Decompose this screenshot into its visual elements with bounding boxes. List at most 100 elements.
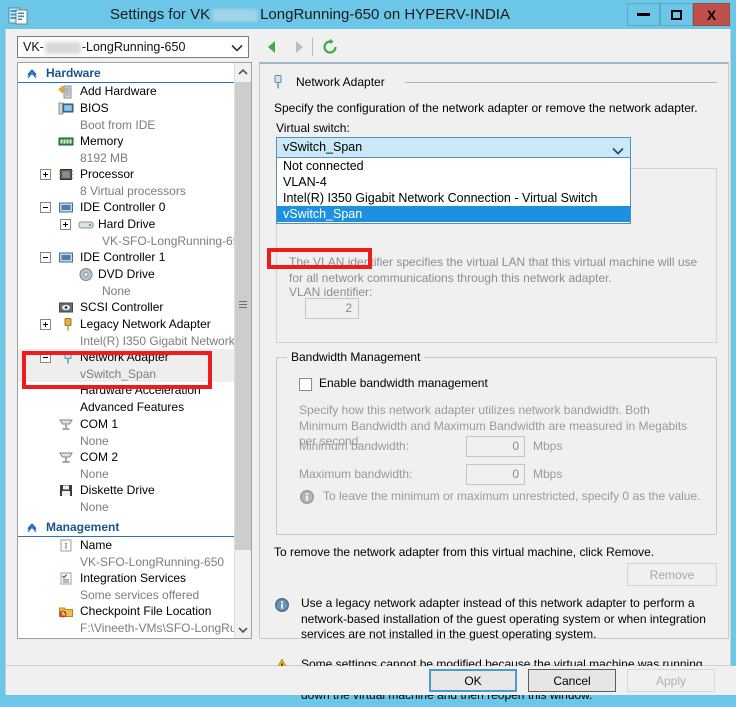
notice-text: Use a legacy network adapter instead of … (301, 596, 706, 641)
window-title: Settings for VK LongRunning-650 on HYPERV… (0, 4, 620, 26)
tree-item-com-1[interactable]: COM 1 (18, 416, 236, 433)
panel-description: Specify the configuration of the network… (274, 101, 698, 115)
dropdown-option[interactable]: VLAN-4 (277, 174, 630, 190)
tree-item-subtext: Some services offered (80, 588, 200, 602)
tree-item-label: Name (80, 538, 113, 552)
dvd-disc-icon (78, 267, 94, 282)
add-hardware-icon (58, 84, 74, 99)
refresh-button[interactable] (319, 36, 341, 58)
info-circle-icon (274, 597, 290, 613)
expander-plus-icon[interactable] (40, 169, 51, 180)
tree-item-subtext: Intel(R) I350 Gigabit Network ... (80, 334, 249, 348)
tree-item-scsi-controller[interactable]: SCSI Controller (18, 299, 236, 316)
scrollbar-thumb[interactable] (235, 82, 251, 550)
expander-minus-icon[interactable] (40, 202, 51, 213)
processor-chip-icon (58, 167, 74, 182)
expander-plus-icon[interactable] (60, 219, 71, 230)
svg-text:I: I (65, 542, 68, 551)
apply-button[interactable]: Apply (627, 669, 715, 692)
tree-item-add-hardware[interactable]: Add Hardware (18, 83, 236, 100)
expander-minus-icon[interactable] (40, 252, 51, 263)
com-port-icon (58, 450, 74, 465)
title-bar: Settings for VK LongRunning-650 on HYPERV… (0, 0, 736, 29)
tree-item-legacy-network-adapter[interactable]: Legacy Network Adapter (18, 316, 236, 333)
tree-item-subtext: 8 Virtual processors (80, 184, 186, 198)
dropdown-option[interactable]: Not connected (277, 158, 630, 174)
maximum-bandwidth-input[interactable]: 0 (466, 464, 525, 485)
tree-item-subtext: None (80, 434, 109, 448)
tree-item-label: Diskette Drive (80, 483, 155, 497)
tree-item-subtext: VK-SFO-LongRunning-650 (80, 555, 225, 569)
expander-plus-icon[interactable] (40, 319, 51, 330)
cancel-button[interactable]: Cancel (528, 669, 616, 692)
back-button[interactable] (262, 37, 282, 57)
scrollbar-down-button[interactable] (235, 621, 251, 638)
tree-item-label: DVD Drive (98, 267, 155, 281)
window-title-suffix: LongRunning-650 on HYPERV-INDIA (260, 6, 510, 24)
tree-item-subtext: VK-SFO-LongRunning-650.... (102, 234, 252, 248)
window-title-redacted (212, 8, 259, 22)
minimize-button[interactable] (627, 3, 660, 26)
tree-item-subtext-row: Some services offered (18, 587, 236, 603)
vlan-id-label: VLAN identifier: (289, 285, 373, 299)
enable-bandwidth-management-label: Enable bandwidth management (319, 376, 488, 390)
virtual-switch-dropdown-list[interactable]: Not connected VLAN-4 Intel(R) I350 Gigab… (276, 158, 631, 224)
dropdown-option[interactable]: Intel(R) I350 Gigabit Network Connection… (277, 190, 630, 206)
ok-button[interactable]: OK (429, 669, 517, 692)
tree-item-com-2[interactable]: COM 2 (18, 449, 236, 466)
tree-group-hardware[interactable]: Hardware (18, 64, 236, 83)
tree-item-integration-services[interactable]: Integration Services (18, 570, 236, 587)
remove-button[interactable]: Remove (627, 563, 717, 586)
tree-item-label: Integration Services (80, 571, 187, 585)
tree-item-name[interactable]: I Name (18, 537, 236, 554)
tree-group-label: Management (46, 520, 120, 534)
tree-item-hard-drive[interactable]: Hard Drive (18, 216, 236, 233)
tree-item-checkpoint-file-location[interactable]: Checkpoint File Location (18, 603, 236, 620)
tree-item-subtext-row: VK-SFO-LongRunning-650.... (18, 233, 251, 249)
maximize-button[interactable] (660, 3, 693, 26)
minimum-bandwidth-input[interactable]: 0 (466, 436, 525, 457)
tree-item-dvd-drive[interactable]: DVD Drive (18, 266, 236, 283)
network-adapter-highlight-box (22, 351, 212, 389)
settings-tree-pane[interactable]: Hardware Add Hardware BIOS Boot from IDE… (17, 62, 252, 639)
ide-controller-icon (58, 250, 74, 265)
tree-item-subtext-row: VK-SFO-LongRunning-650 (18, 554, 236, 570)
dropdown-option-selected[interactable]: vSwitch_Span (277, 206, 630, 222)
enable-bandwidth-management-checkbox[interactable] (299, 378, 312, 391)
tree-item-diskette-drive[interactable]: Diskette Drive (18, 482, 236, 499)
remove-adapter-text: To remove the network adapter from this … (274, 545, 655, 559)
close-button[interactable]: X (693, 3, 730, 26)
scrollbar-up-button[interactable] (235, 63, 251, 80)
tree-item-label: COM 1 (80, 417, 119, 431)
tree-item-label: Checkpoint File Location (80, 604, 212, 618)
virtual-switch-combobox[interactable]: vSwitch_Span (276, 137, 631, 158)
vlan-id-input[interactable]: 2 (305, 298, 359, 319)
tree-item-bios[interactable]: BIOS (18, 100, 236, 117)
tree-item-subtext: F:\Vineeth-VMs\SFO-LongRunn... (80, 621, 252, 635)
tree-item-memory[interactable]: Memory (18, 133, 236, 150)
tree-item-label: Add Hardware (80, 84, 157, 98)
tree-item-advanced-features[interactable]: Advanced Features (18, 399, 236, 416)
forward-button[interactable] (289, 37, 309, 57)
tree-item-ide-controller-0[interactable]: IDE Controller 0 (18, 199, 236, 216)
tree-item-ide-controller-1[interactable]: IDE Controller 1 (18, 249, 236, 266)
tree-item-subtext-row: None (18, 466, 236, 482)
tree-item-processor[interactable]: Processor (18, 166, 236, 183)
chevron-up-icon[interactable] (25, 66, 39, 80)
network-adapter-icon (272, 74, 286, 90)
tree-group-management[interactable]: Management (18, 518, 236, 537)
tree-item-subtext: None (80, 467, 109, 481)
chevron-up-icon[interactable] (25, 520, 39, 534)
chevron-down-icon[interactable] (230, 41, 244, 55)
tree-item-label: COM 2 (80, 450, 119, 464)
scsi-controller-icon (58, 300, 74, 315)
hard-drive-icon (78, 217, 94, 232)
maximize-icon (671, 9, 682, 20)
vm-selector-combobox[interactable]: VK- -LongRunning-650 (17, 36, 249, 58)
tree-item-subtext: Boot from IDE (80, 118, 156, 132)
panel-title: Network Adapter (296, 75, 385, 89)
tree-scrollbar[interactable] (234, 63, 251, 638)
chevron-up-icon (238, 68, 248, 75)
tree-item-subtext: None (102, 284, 131, 298)
chevron-down-icon[interactable] (612, 142, 625, 155)
